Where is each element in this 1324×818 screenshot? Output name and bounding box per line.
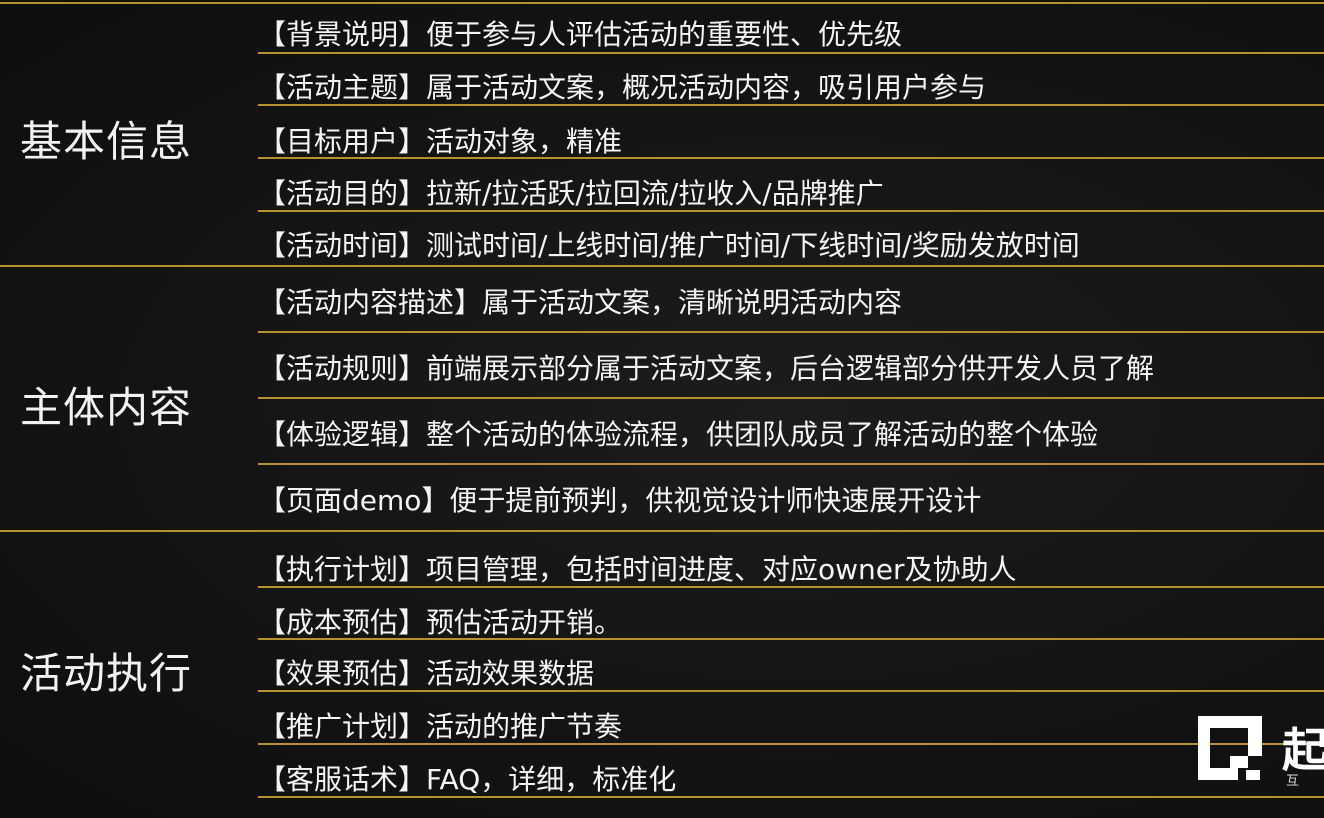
list-item: 【执行计划】项目管理，包括时间进度、对应owner及协助人: [258, 553, 1017, 586]
section-title: 活动执行: [20, 649, 193, 698]
item-divider: [258, 104, 1324, 106]
item-divider: [258, 157, 1324, 159]
item-divider: [258, 796, 1324, 798]
list-item: 【活动时间】测试时间/上线时间/推广时间/下线时间/奖励发放时间: [258, 229, 1080, 262]
list-item: 【活动目的】拉新/拉活跃/拉回流/拉收入/品牌推广: [258, 177, 884, 210]
item-divider: [258, 52, 1324, 54]
list-item: 【活动规则】前端展示部分属于活动文案，后台逻辑部分供开发人员了解: [258, 352, 1155, 385]
item-divider: [258, 586, 1324, 588]
item-divider: [258, 638, 1324, 640]
item-divider: [258, 690, 1324, 692]
section-divider: [0, 265, 1324, 267]
list-item: 【推广计划】活动的推广节奏: [258, 710, 623, 743]
top-divider: [0, 2, 1324, 4]
list-item: 【背景说明】便于参与人评估活动的重要性、优先级: [258, 18, 903, 51]
item-divider: [258, 743, 1324, 745]
list-item: 【目标用户】活动对象，精准: [258, 125, 623, 158]
list-item: 【页面demo】便于提前预判，供视觉设计师快速展开设计: [258, 484, 982, 517]
item-divider: [258, 210, 1324, 212]
list-item: 【效果预估】活动效果数据: [258, 657, 595, 690]
list-item: 【成本预估】预估活动开销。: [258, 606, 623, 639]
list-item: 【活动内容描述】属于活动文案，清晰说明活动内容: [258, 286, 903, 319]
watermark-brand-sub: 互: [1286, 774, 1300, 789]
item-divider: [258, 463, 1324, 465]
list-item: 【体验逻辑】整个活动的体验流程，供团队成员了解活动的整个体验: [258, 418, 1099, 451]
section-title: 基本信息: [20, 117, 193, 166]
list-item: 【客服话术】FAQ，详细，标准化: [258, 763, 677, 796]
section-title: 主体内容: [20, 383, 193, 432]
item-divider: [258, 331, 1324, 333]
item-divider: [258, 397, 1324, 399]
list-item: 【活动主题】属于活动文案，概况活动内容，吸引用户参与: [258, 71, 987, 104]
watermark-logo-icon: [1198, 716, 1262, 780]
section-divider: [0, 530, 1324, 532]
